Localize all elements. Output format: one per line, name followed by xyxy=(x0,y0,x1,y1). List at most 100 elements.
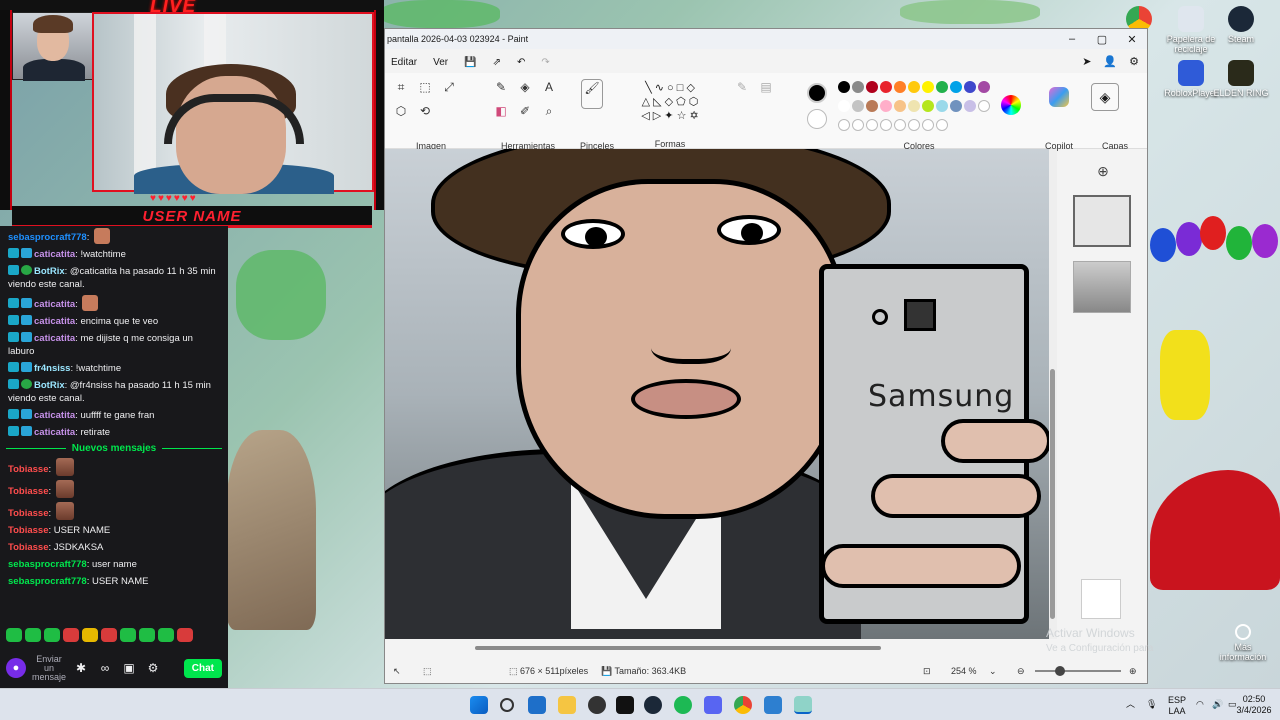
color-swatch[interactable] xyxy=(894,81,906,93)
chat-username[interactable]: BotRix xyxy=(34,266,65,277)
emote-icon[interactable] xyxy=(6,628,22,642)
chat-username[interactable]: caticatita xyxy=(34,316,75,327)
layers-icon[interactable]: ◈ xyxy=(1091,83,1119,111)
steam-desktop-icon[interactable]: Steam xyxy=(1210,6,1272,44)
start-icon[interactable] xyxy=(470,696,488,714)
maximize-icon[interactable]: ▢ xyxy=(1087,33,1117,46)
save-icon[interactable]: 💾 xyxy=(458,57,482,68)
share-icon[interactable]: ⇗ xyxy=(487,57,507,68)
color-swatch[interactable] xyxy=(894,119,906,131)
pencil-icon[interactable]: ✎ xyxy=(493,79,509,95)
emote-icon[interactable] xyxy=(44,628,60,642)
color-swatch[interactable] xyxy=(838,100,850,112)
chat-username[interactable]: caticatita xyxy=(34,249,75,260)
elden-ring-desktop-icon[interactable]: ELDEN RING xyxy=(1210,60,1272,98)
chat-username[interactable]: BotRix xyxy=(34,380,65,391)
discord-icon[interactable] xyxy=(704,696,722,714)
color-swatch[interactable] xyxy=(908,100,920,112)
color-swatch[interactable] xyxy=(936,100,948,112)
magnifier-icon[interactable]: ⌕ xyxy=(541,103,557,119)
color-swatch[interactable] xyxy=(950,100,962,112)
emote-icon[interactable] xyxy=(25,628,41,642)
emote-icon[interactable] xyxy=(82,628,98,642)
color-swatch[interactable] xyxy=(936,119,948,131)
vertical-scrollbar[interactable] xyxy=(1049,149,1057,639)
settings-gear-icon[interactable]: ⚙ xyxy=(144,659,162,677)
color-swatch[interactable] xyxy=(908,81,920,93)
search-icon[interactable] xyxy=(500,698,514,712)
emote-icon[interactable] xyxy=(101,628,117,642)
zoom-slider[interactable] xyxy=(1035,666,1121,676)
volume-icon[interactable]: 🔊 xyxy=(1212,699,1223,710)
outline-icon[interactable]: ✎ xyxy=(734,79,750,95)
chat-username[interactable]: sebasprocraft778 xyxy=(8,232,87,243)
steam-taskbar-icon[interactable] xyxy=(644,696,662,714)
zoom-dropdown-icon[interactable]: ⌄ xyxy=(989,666,997,677)
fill-icon[interactable]: ◈ xyxy=(517,79,533,95)
language-indicator[interactable]: ESP LAA xyxy=(1168,695,1186,717)
color-swatch[interactable] xyxy=(922,81,934,93)
infinity-icon[interactable]: ∞ xyxy=(96,659,114,677)
settings-icon[interactable]: ⚙ xyxy=(1129,55,1139,68)
chat-username[interactable]: caticatita xyxy=(34,299,75,310)
chat-username[interactable]: Tobiasse xyxy=(8,508,48,519)
zoom-in-icon[interactable]: ⊕ xyxy=(1129,666,1137,677)
wifi-icon[interactable]: ◠ xyxy=(1196,699,1204,710)
gift-icon[interactable]: ▣ xyxy=(120,659,138,677)
free-select-icon[interactable]: ⬡ xyxy=(393,103,409,119)
chat-username[interactable]: fr4nsiss xyxy=(34,363,70,374)
chat-username[interactable]: Tobiasse xyxy=(8,486,48,497)
add-layer-icon[interactable]: ⊕ xyxy=(1059,163,1147,180)
color-swatch[interactable] xyxy=(838,81,850,93)
mic-icon[interactable]: ● xyxy=(6,658,26,678)
chat-username[interactable]: sebasprocraft778 xyxy=(8,576,87,587)
emote-icon[interactable] xyxy=(177,628,193,642)
color-swatch[interactable] xyxy=(852,119,864,131)
epic-games-icon[interactable] xyxy=(616,696,634,714)
color-swatch[interactable] xyxy=(866,100,878,112)
chat-username[interactable]: Tobiasse xyxy=(8,464,48,475)
primary-color-swatch[interactable] xyxy=(807,83,827,103)
chat-username[interactable]: caticatita xyxy=(34,410,75,421)
paint-taskbar-icon[interactable] xyxy=(794,696,812,714)
app-icon[interactable] xyxy=(764,696,782,714)
emote-icon[interactable] xyxy=(120,628,136,642)
close-icon[interactable]: ✕ xyxy=(1117,33,1147,46)
color-swatch[interactable] xyxy=(922,100,934,112)
horizontal-scrollbar[interactable] xyxy=(385,643,1049,653)
color-swatch[interactable] xyxy=(838,119,850,131)
copilot-icon[interactable] xyxy=(1049,87,1069,107)
color-swatch[interactable] xyxy=(852,81,864,93)
color-swatch[interactable] xyxy=(880,119,892,131)
layer-thumbnail[interactable] xyxy=(1073,195,1131,247)
shapes-gallery[interactable]: ╲ ∿ ○ □ ◇ △ ◺ ◇ ⬠ ⬡ ◁ ▷ ✦ ☆ ✡ xyxy=(625,81,715,123)
chat-username[interactable]: sebasprocraft778 xyxy=(8,559,87,570)
color-swatch[interactable] xyxy=(866,81,878,93)
color-swatch[interactable] xyxy=(978,100,990,112)
color-swatch[interactable] xyxy=(978,81,990,93)
tray-chevron-icon[interactable]: ︿ xyxy=(1126,699,1135,710)
color-picker-icon[interactable]: ✐ xyxy=(517,103,533,119)
color-swatch[interactable] xyxy=(866,119,878,131)
chat-username[interactable]: Tobiasse xyxy=(8,542,48,553)
zoom-level[interactable]: 254 % xyxy=(951,666,977,676)
color-swatch[interactable] xyxy=(880,100,892,112)
menu-ver[interactable]: Ver xyxy=(427,57,454,68)
more-info-desktop-icon[interactable]: Más información xyxy=(1212,624,1274,662)
edit-colors-icon[interactable] xyxy=(1001,95,1021,115)
text-icon[interactable]: A xyxy=(541,79,557,95)
color-swatch[interactable] xyxy=(950,81,962,93)
chat-username[interactable]: caticatita xyxy=(34,333,75,344)
color-swatch[interactable] xyxy=(964,81,976,93)
redo-icon[interactable]: ↷ xyxy=(535,57,555,68)
paint-canvas[interactable]: Samsung xyxy=(385,149,1049,639)
secondary-color-swatch[interactable] xyxy=(807,109,827,129)
file-explorer-icon[interactable] xyxy=(558,696,576,714)
tray-mic-icon[interactable]: 🎙 xyxy=(1146,699,1157,710)
chat-button[interactable]: Chat xyxy=(183,658,222,678)
fill-shape-icon[interactable]: ▤ xyxy=(758,79,774,95)
resize-icon[interactable]: ⤢ xyxy=(441,79,457,95)
undo-icon[interactable]: ↶ xyxy=(511,57,531,68)
chat-username[interactable]: Tobiasse xyxy=(8,525,48,536)
spotify-icon[interactable] xyxy=(674,696,692,714)
